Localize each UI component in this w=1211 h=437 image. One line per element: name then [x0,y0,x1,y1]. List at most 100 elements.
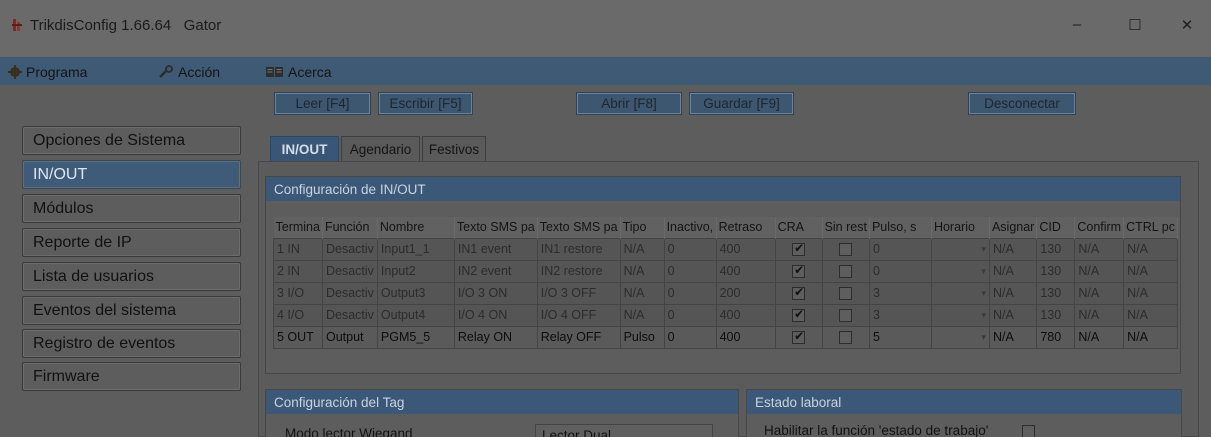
terminal-cell[interactable]: 4 I/O [273,303,323,327]
function-cell[interactable]: Desactiv [321,259,378,283]
work-status-enable-checkbox[interactable] [1022,425,1035,437]
sin-rest-check-icon[interactable] [839,243,853,257]
sidebar-item-lista-de-usuarios[interactable]: Lista de usuarios [22,262,241,291]
confirm-cell[interactable]: N/A [1074,281,1125,305]
pulse-cell[interactable]: 3 [868,281,932,305]
pulse-cell[interactable]: 5 [868,325,932,349]
sms-off-cell[interactable]: Relay OFF [536,325,621,349]
confirm-cell[interactable]: N/A [1074,259,1125,283]
abrir-button[interactable]: Abrir [F8] [576,92,682,115]
pulse-cell[interactable]: 0 [868,259,932,283]
table-row[interactable]: 2 IN Desactiv Input2 IN2 event IN2 restore N/… [273,259,1178,283]
minimize-button[interactable]: – [1062,16,1092,33]
column-header[interactable]: Texto SMS pa [537,217,621,238]
type-cell[interactable]: N/A [619,259,665,283]
column-header[interactable]: CID [1036,217,1076,238]
column-header[interactable]: Inactivo, [664,217,717,238]
cra-checkbox[interactable] [774,325,823,349]
delay-cell[interactable]: 400 [715,259,776,283]
delay-cell[interactable]: 200 [715,281,776,305]
sidebar-item-eventos-del-sistema[interactable]: Eventos del sistema [22,296,241,325]
sin-rest-checkbox[interactable] [821,259,870,283]
sms-off-cell[interactable]: IN1 restore [536,237,621,261]
column-header[interactable]: Pulso, s [869,217,932,238]
cra-check-icon[interactable] [792,241,806,257]
cra-check-icon[interactable] [792,285,806,301]
terminal-cell[interactable]: 5 OUT [273,325,323,349]
table-row[interactable]: 1 IN Desactiv Input1_1 IN1 event IN1 restore… [273,237,1178,261]
inactive-cell[interactable]: 0 [663,303,717,327]
table-row[interactable]: 5 OUT Output PGM5_5 Relay ON Relay OFF Pulso 0… [273,325,1178,349]
column-header[interactable]: Confirm [1074,217,1125,238]
cid-cell[interactable]: 130 [1036,303,1076,327]
sidebar-item-firmware[interactable]: Firmware [22,362,241,391]
guardar-button[interactable]: Guardar [F9] [689,92,794,115]
cid-cell[interactable]: 780 [1036,325,1076,349]
type-cell[interactable]: Pulso [619,325,665,349]
cid-cell[interactable]: 130 [1036,259,1076,283]
name-cell[interactable]: Input2 [376,259,455,283]
sin-rest-checkbox[interactable] [821,303,870,327]
schedule-dropdown[interactable]: ▾ [930,237,990,261]
sms-off-cell[interactable]: I/O 3 OFF [536,281,621,305]
ctrl-cell[interactable]: N/A [1123,259,1178,283]
cra-check-icon[interactable] [792,263,806,279]
column-header[interactable]: CRA [775,217,823,238]
sms-off-cell[interactable]: IN2 restore [536,259,621,283]
assign-cell[interactable]: N/A [988,259,1038,283]
ctrl-cell[interactable]: N/A [1123,325,1178,349]
sin-rest-check-icon[interactable] [839,287,853,301]
sin-rest-check-icon[interactable] [839,265,853,279]
sms-on-cell[interactable]: I/O 4 ON [453,303,538,327]
pulse-cell[interactable]: 3 [868,303,932,327]
cra-checkbox[interactable] [774,303,823,327]
cra-check-icon[interactable] [792,307,806,323]
menu-acerca[interactable]: Acerca [266,62,332,82]
inactive-cell[interactable]: 0 [663,237,717,261]
cid-cell[interactable]: 130 [1036,237,1076,261]
column-header[interactable]: Sin rest [822,217,870,238]
function-cell[interactable]: Desactiv [321,303,378,327]
sidebar-item-modulos[interactable]: Módulos [22,194,241,223]
delay-cell[interactable]: 400 [715,325,776,349]
close-button[interactable]: ✕ [1172,16,1202,34]
desconectar-button[interactable]: Desconectar [968,92,1076,115]
sidebar-item-in-out[interactable]: IN/OUT [22,160,241,189]
name-cell[interactable]: Output4 [376,303,455,327]
name-cell[interactable]: Input1_1 [376,237,455,261]
sms-on-cell[interactable]: IN2 event [453,259,538,283]
inactive-cell[interactable]: 0 [663,259,717,283]
schedule-dropdown[interactable]: ▾ [930,259,990,283]
assign-cell[interactable]: N/A [988,325,1038,349]
sin-rest-checkbox[interactable] [821,281,870,305]
name-cell[interactable]: Output3 [376,281,455,305]
ctrl-cell[interactable]: N/A [1123,303,1178,327]
sms-off-cell[interactable]: I/O 4 OFF [536,303,621,327]
function-cell[interactable]: Desactiv [321,281,378,305]
confirm-cell[interactable]: N/A [1074,237,1125,261]
sms-on-cell[interactable]: I/O 3 ON [453,281,538,305]
column-header[interactable]: Termina [273,217,323,238]
schedule-dropdown[interactable]: ▾ [930,303,990,327]
schedule-dropdown[interactable]: ▾ [930,325,990,349]
assign-cell[interactable]: N/A [988,281,1038,305]
menu-accion[interactable]: Acción [158,62,220,82]
cra-checkbox[interactable] [774,281,823,305]
delay-cell[interactable]: 400 [715,237,776,261]
confirm-cell[interactable]: N/A [1074,325,1125,349]
wiegand-mode-select[interactable]: Lector Dual [535,424,713,437]
sin-rest-checkbox[interactable] [821,237,870,261]
function-cell[interactable]: Output [321,325,378,349]
assign-cell[interactable]: N/A [988,303,1038,327]
ctrl-cell[interactable]: N/A [1123,281,1178,305]
cid-cell[interactable]: 130 [1036,281,1076,305]
column-header[interactable]: Horario [931,217,990,238]
tab-in-out[interactable]: IN/OUT [270,136,339,161]
sidebar-item-reporte-de-ip[interactable]: Reporte de IP [22,228,241,257]
name-cell[interactable]: PGM5_5 [376,325,455,349]
sms-on-cell[interactable]: IN1 event [453,237,538,261]
delay-cell[interactable]: 400 [715,303,776,327]
tab-festivos[interactable]: Festivos [422,136,486,161]
sin-rest-checkbox[interactable] [821,325,870,349]
ctrl-cell[interactable]: N/A [1123,237,1178,261]
